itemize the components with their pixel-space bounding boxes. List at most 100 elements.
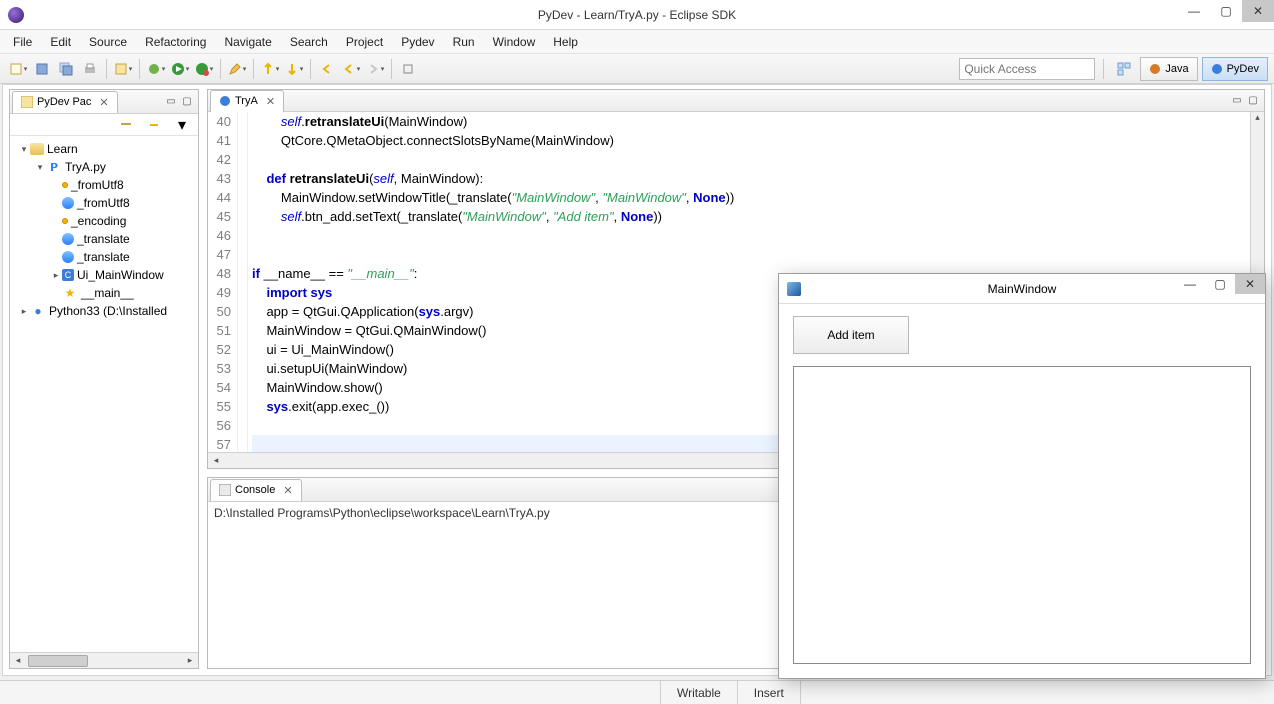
window-close-button[interactable]: ✕: [1242, 0, 1274, 22]
menu-source[interactable]: Source: [80, 32, 136, 52]
tree-item-label: Python33 (D:\Installed: [49, 304, 167, 318]
qt-close-button[interactable]: ✕: [1235, 274, 1265, 294]
package-explorer-tab[interactable]: PyDev Pac ✕: [12, 91, 118, 113]
globe-icon: [62, 233, 74, 245]
py-icon: 𝗣: [46, 159, 62, 175]
status-insert: Insert: [737, 681, 800, 704]
tree-item[interactable]: _fromUtf8: [10, 176, 198, 194]
editor-tab-label: TryA: [235, 95, 258, 107]
package-icon: [21, 96, 33, 108]
step-button[interactable]: [259, 58, 281, 80]
globe-icon: [62, 197, 74, 209]
close-icon[interactable]: ✕: [283, 484, 292, 497]
editor-tab-trya[interactable]: TryA ✕: [210, 90, 284, 112]
package-explorer-view: PyDev Pac ✕ ▭ ▢ ▾ ▾Learn▾𝗣TryA.py _fromUt…: [9, 89, 199, 669]
tree-item[interactable]: ▾𝗣TryA.py: [10, 158, 198, 176]
folder-icon: [30, 143, 44, 155]
status-empty: [800, 681, 1274, 704]
window-title: PyDev - Learn/TryA.py - Eclipse SDK: [0, 8, 1274, 22]
window-minimize-button[interactable]: —: [1178, 0, 1210, 22]
history-back-button[interactable]: [340, 58, 362, 80]
menu-pydev[interactable]: Pydev: [392, 32, 443, 52]
tree-item[interactable]: _encoding: [10, 212, 198, 230]
tree-item[interactable]: _fromUtf8: [10, 194, 198, 212]
open-perspective-button[interactable]: [1113, 58, 1135, 80]
new-button[interactable]: [7, 58, 29, 80]
tree-item-label: TryA.py: [65, 160, 106, 174]
project-tree[interactable]: ▾Learn▾𝗣TryA.py _fromUtf8 _fromUtf8 _encodi…: [10, 136, 198, 324]
close-icon[interactable]: ✕: [266, 95, 275, 108]
collapse-all-button[interactable]: [115, 114, 137, 136]
tree-item-label: _fromUtf8: [77, 196, 130, 210]
menu-file[interactable]: File: [4, 32, 41, 52]
qt-minimize-button[interactable]: —: [1175, 274, 1205, 294]
status-bar: Writable Insert: [0, 680, 1274, 704]
tree-item[interactable]: ▸CUi_MainWindow: [10, 266, 198, 284]
tree-item[interactable]: _translate: [10, 248, 198, 266]
editor-minimize-button[interactable]: ▭: [1230, 94, 1244, 108]
menu-run[interactable]: Run: [444, 32, 484, 52]
dot-icon: [62, 218, 68, 224]
snake-icon: ●: [30, 303, 46, 319]
menu-window[interactable]: Window: [484, 32, 545, 52]
tree-item-label: __main__: [81, 286, 134, 300]
globe-icon: [62, 251, 74, 263]
status-writable: Writable: [660, 681, 737, 704]
python-file-icon: [219, 95, 231, 107]
tree-item-label: _translate: [77, 232, 130, 246]
perspective-java[interactable]: Java: [1140, 57, 1197, 81]
console-icon: [219, 484, 231, 496]
perspective-pydev[interactable]: PyDev: [1202, 57, 1268, 81]
tree-item[interactable]: ★__main__: [10, 284, 198, 302]
open-type-button[interactable]: [112, 58, 134, 80]
main-toolbar: Java PyDev: [0, 54, 1274, 84]
tree-item[interactable]: ▸●Python33 (D:\Installed: [10, 302, 198, 320]
history-fwd-button[interactable]: [364, 58, 386, 80]
package-explorer-tab-label: PyDev Pac: [37, 96, 91, 108]
console-tab-label: Console: [235, 484, 275, 496]
window-maximize-button[interactable]: ▢: [1210, 0, 1242, 22]
view-minimize-button[interactable]: ▭: [164, 95, 178, 109]
nav-back-button[interactable]: [316, 58, 338, 80]
close-icon[interactable]: ✕: [99, 96, 108, 109]
debug-button[interactable]: [145, 58, 167, 80]
qt-maximize-button[interactable]: ▢: [1205, 274, 1235, 294]
save-all-button[interactable]: [55, 58, 77, 80]
qt-titlebar[interactable]: MainWindow — ▢ ✕: [779, 274, 1265, 304]
add-item-button[interactable]: Add item: [793, 316, 909, 354]
menu-help[interactable]: Help: [544, 32, 587, 52]
menu-navigate[interactable]: Navigate: [215, 32, 280, 52]
qt-main-window[interactable]: MainWindow — ▢ ✕ Add item: [778, 273, 1266, 679]
tree-item-label: _translate: [77, 250, 130, 264]
menu-search[interactable]: Search: [281, 32, 337, 52]
menu-bar: File Edit Source Refactoring Navigate Se…: [0, 30, 1274, 54]
tree-item[interactable]: _translate: [10, 230, 198, 248]
menu-project[interactable]: Project: [337, 32, 392, 52]
class-icon: C: [62, 269, 74, 281]
save-button[interactable]: [31, 58, 53, 80]
view-menu-button[interactable]: ▾: [171, 114, 193, 136]
menu-edit[interactable]: Edit: [41, 32, 80, 52]
package-hscrollbar[interactable]: ◂▸: [10, 652, 198, 668]
editor-maximize-button[interactable]: ▢: [1246, 94, 1260, 108]
star-icon: ★: [62, 285, 78, 301]
window-titlebar: PyDev - Learn/TryA.py - Eclipse SDK — ▢ …: [0, 0, 1274, 30]
run-last-button[interactable]: [193, 58, 215, 80]
view-maximize-button[interactable]: ▢: [180, 95, 194, 109]
qt-list-widget[interactable]: [793, 366, 1251, 664]
tree-item-label: _fromUtf8: [71, 178, 124, 192]
print-button[interactable]: [79, 58, 101, 80]
menu-refactoring[interactable]: Refactoring: [136, 32, 215, 52]
quick-access-input[interactable]: [959, 58, 1095, 80]
tree-item-label: Ui_MainWindow: [77, 268, 164, 282]
pin-editor-button[interactable]: [397, 58, 419, 80]
link-editor-button[interactable]: [143, 114, 165, 136]
console-tab[interactable]: Console ✕: [210, 479, 302, 501]
tree-item[interactable]: ▾Learn: [10, 140, 198, 158]
dot-icon: [62, 182, 68, 188]
tree-item-label: _encoding: [71, 214, 126, 228]
run-button[interactable]: [169, 58, 191, 80]
edit-button[interactable]: [226, 58, 248, 80]
tree-item-label: Learn: [47, 142, 78, 156]
step2-button[interactable]: [283, 58, 305, 80]
